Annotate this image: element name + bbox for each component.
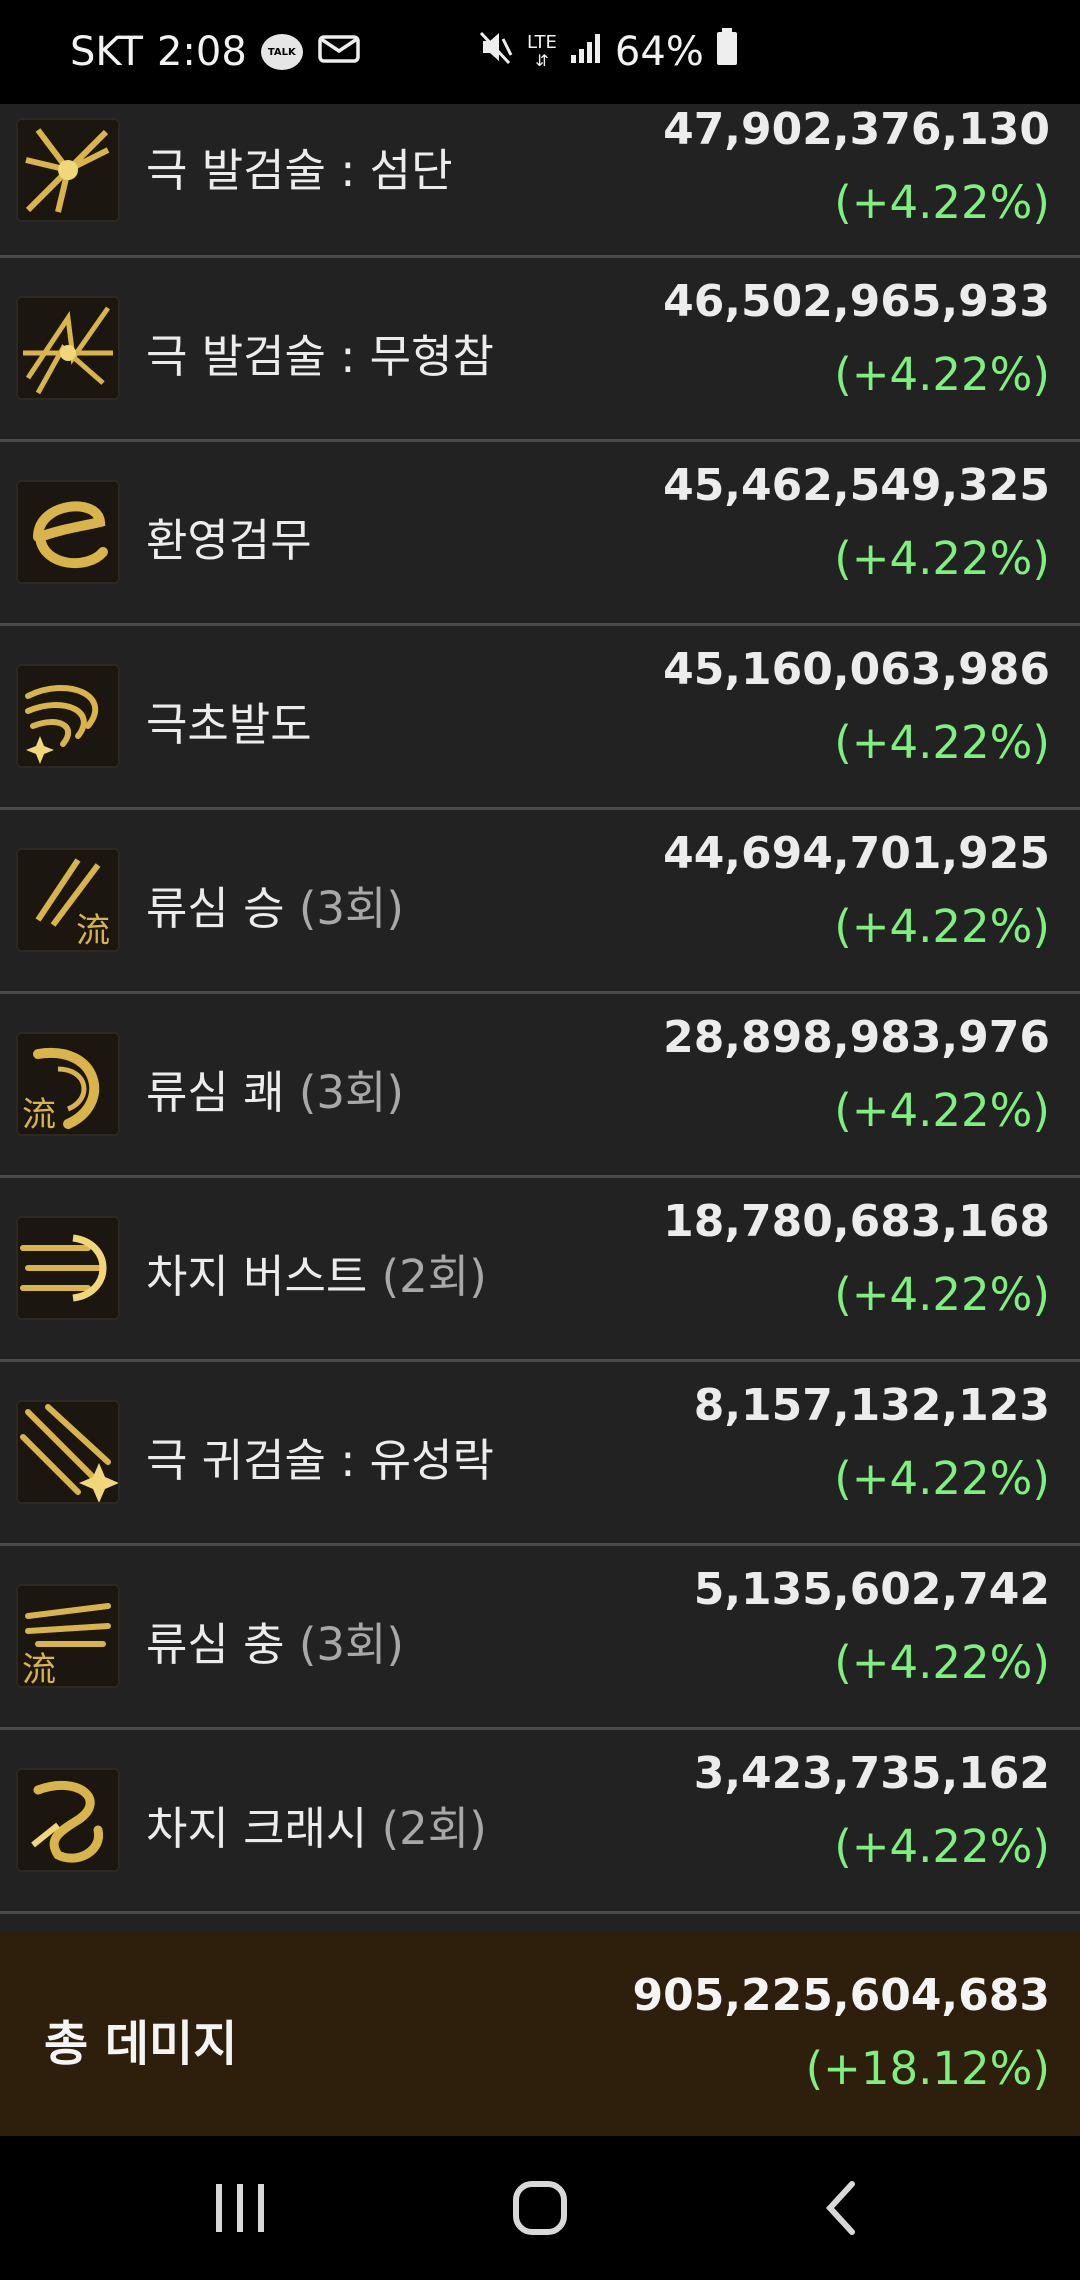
skill-row: 극 발검술 : 섬단 47,902,376,130 (+4.22%) — [0, 104, 1080, 258]
damage-change: (+4.22%) — [834, 176, 1050, 229]
damage-change: (+4.22%) — [834, 1452, 1050, 1505]
damage-value: 18,780,683,168 — [663, 1196, 1050, 1247]
clock: 2:08 — [156, 29, 247, 75]
skill-name-text: 극초발도 — [146, 698, 312, 751]
charge-burst-icon — [16, 1216, 120, 1320]
skill-name-text: 극 발검술 : 무형참 — [146, 330, 494, 383]
total-damage-label: 총 데미지 — [44, 2016, 238, 2072]
ryu-glyph: 流 — [22, 1095, 56, 1134]
skill-name-text: 차지 크래시 — [146, 1802, 368, 1855]
skill-row: 환영검무 45,462,549,325 (+4.22%) — [0, 442, 1080, 626]
skill-name-text: 류심 쾌 — [146, 1066, 285, 1119]
damage-value: 3,423,735,162 — [693, 1748, 1050, 1799]
status-bar-left: SKT 2:08 TALK — [70, 0, 361, 104]
home-icon[interactable] — [490, 2136, 590, 2280]
ryusim-charge-icon: 流 — [16, 1584, 120, 1688]
skill-row: 流 류심 충 (3회) 5,135,602,742 (+4.22%) — [0, 1546, 1080, 1730]
skill-name: 차지 버스트 (2회) — [146, 1240, 487, 1305]
skill-name-text: 극 발검술 : 섬단 — [146, 144, 453, 197]
damage-change: (+4.22%) — [834, 1084, 1050, 1137]
status-bar: SKT 2:08 TALK LTE ⇵ 64% — [0, 0, 1080, 104]
ryusim-rise-icon: 流 — [16, 848, 120, 952]
skill-row: 극초발도 45,160,063,986 (+4.22%) — [0, 626, 1080, 810]
total-damage-row: 총 데미지 905,225,604,683 (+18.12%) — [0, 1932, 1080, 2136]
skill-name-text: 류심 충 — [146, 1618, 285, 1671]
damage-change: (+4.22%) — [834, 1636, 1050, 1689]
damage-value: 45,462,549,325 — [663, 460, 1050, 511]
back-icon[interactable] — [790, 2136, 890, 2280]
skill-name: 극초발도 — [146, 688, 312, 753]
recent-apps-icon[interactable] — [190, 2136, 290, 2280]
carrier-label: SKT — [70, 29, 143, 75]
skill-name-text: 류심 승 — [146, 882, 285, 935]
skill-count: (2회) — [381, 1250, 487, 1303]
status-bar-right: LTE ⇵ 64% — [475, 0, 738, 104]
mute-icon — [475, 27, 515, 77]
skill-name: 류심 충 (3회) — [146, 1608, 404, 1673]
battery-icon — [716, 28, 738, 76]
damage-change: (+4.22%) — [834, 1820, 1050, 1873]
meteor-fall-icon — [16, 1400, 120, 1504]
damage-value: 5,135,602,742 — [693, 1564, 1050, 1615]
ryu-glyph: 流 — [76, 911, 110, 950]
skill-name-text: 환영검무 — [146, 514, 312, 567]
skill-name: 류심 쾌 (3회) — [146, 1056, 404, 1121]
damage-value: 47,902,376,130 — [663, 104, 1050, 155]
navigation-bar — [0, 2136, 1080, 2280]
charge-crash-icon — [16, 1768, 120, 1872]
skill-row: 차지 버스트 (2회) 18,780,683,168 (+4.22%) — [0, 1178, 1080, 1362]
damage-change: (+4.22%) — [834, 532, 1050, 585]
skill-name: 극 귀검술 : 유성락 — [146, 1424, 494, 1489]
skill-name-text: 차지 버스트 — [146, 1250, 368, 1303]
signal-icon — [569, 29, 603, 75]
skill-row: 流 류심 승 (3회) 44,694,701,925 (+4.22%) — [0, 810, 1080, 994]
damage-value: 28,898,983,976 — [663, 1012, 1050, 1063]
sword-burst-icon — [16, 118, 120, 222]
lte-label: LTE — [527, 32, 557, 53]
phantom-swirl-icon — [16, 480, 120, 584]
skill-count: (3회) — [298, 1066, 404, 1119]
total-damage-value: 905,225,604,683 — [632, 1970, 1050, 2021]
skill-count: (3회) — [298, 1618, 404, 1671]
draw-wave-icon — [16, 664, 120, 768]
damage-change: (+4.22%) — [834, 716, 1050, 769]
lte-icon: LTE ⇵ — [527, 32, 557, 70]
ryu-glyph: 流 — [22, 1650, 56, 1686]
mail-icon — [317, 29, 361, 75]
skill-row: 流 류심 쾌 (3회) 28,898,983,976 (+4.22%) — [0, 994, 1080, 1178]
damage-change: (+4.22%) — [834, 1268, 1050, 1321]
damage-value: 44,694,701,925 — [663, 828, 1050, 879]
total-damage-change: (+18.12%) — [805, 2042, 1050, 2095]
skill-count: (2회) — [381, 1802, 487, 1855]
ryusim-swift-icon: 流 — [16, 1032, 120, 1136]
skill-row: 극 귀검술 : 유성락 8,157,132,123 (+4.22%) — [0, 1362, 1080, 1546]
damage-change: (+4.22%) — [834, 348, 1050, 401]
skill-name-text: 극 귀검술 : 유성락 — [146, 1434, 494, 1487]
damage-value: 8,157,132,123 — [693, 1380, 1050, 1431]
slash-burst-icon — [16, 296, 120, 400]
battery-percent: 64% — [614, 29, 704, 75]
skill-count: (3회) — [298, 882, 404, 935]
damage-value: 45,160,063,986 — [663, 644, 1050, 695]
skill-name: 차지 크래시 (2회) — [146, 1792, 487, 1857]
skill-row: 극 발검술 : 무형참 46,502,965,933 (+4.22%) — [0, 258, 1080, 442]
skill-name: 류심 승 (3회) — [146, 872, 404, 937]
damage-change: (+4.22%) — [834, 900, 1050, 953]
skill-name: 환영검무 — [146, 504, 312, 569]
talk-bubble-icon: TALK — [260, 34, 303, 70]
damage-value: 46,502,965,933 — [663, 276, 1050, 327]
skill-name: 극 발검술 : 무형참 — [146, 320, 494, 385]
skill-row: 차지 크래시 (2회) 3,423,735,162 (+4.22%) — [0, 1730, 1080, 1914]
skill-name: 극 발검술 : 섬단 — [146, 134, 452, 199]
skill-damage-list: 극 발검술 : 섬단 47,902,376,130 (+4.22%) 극 발검술… — [0, 104, 1080, 1914]
